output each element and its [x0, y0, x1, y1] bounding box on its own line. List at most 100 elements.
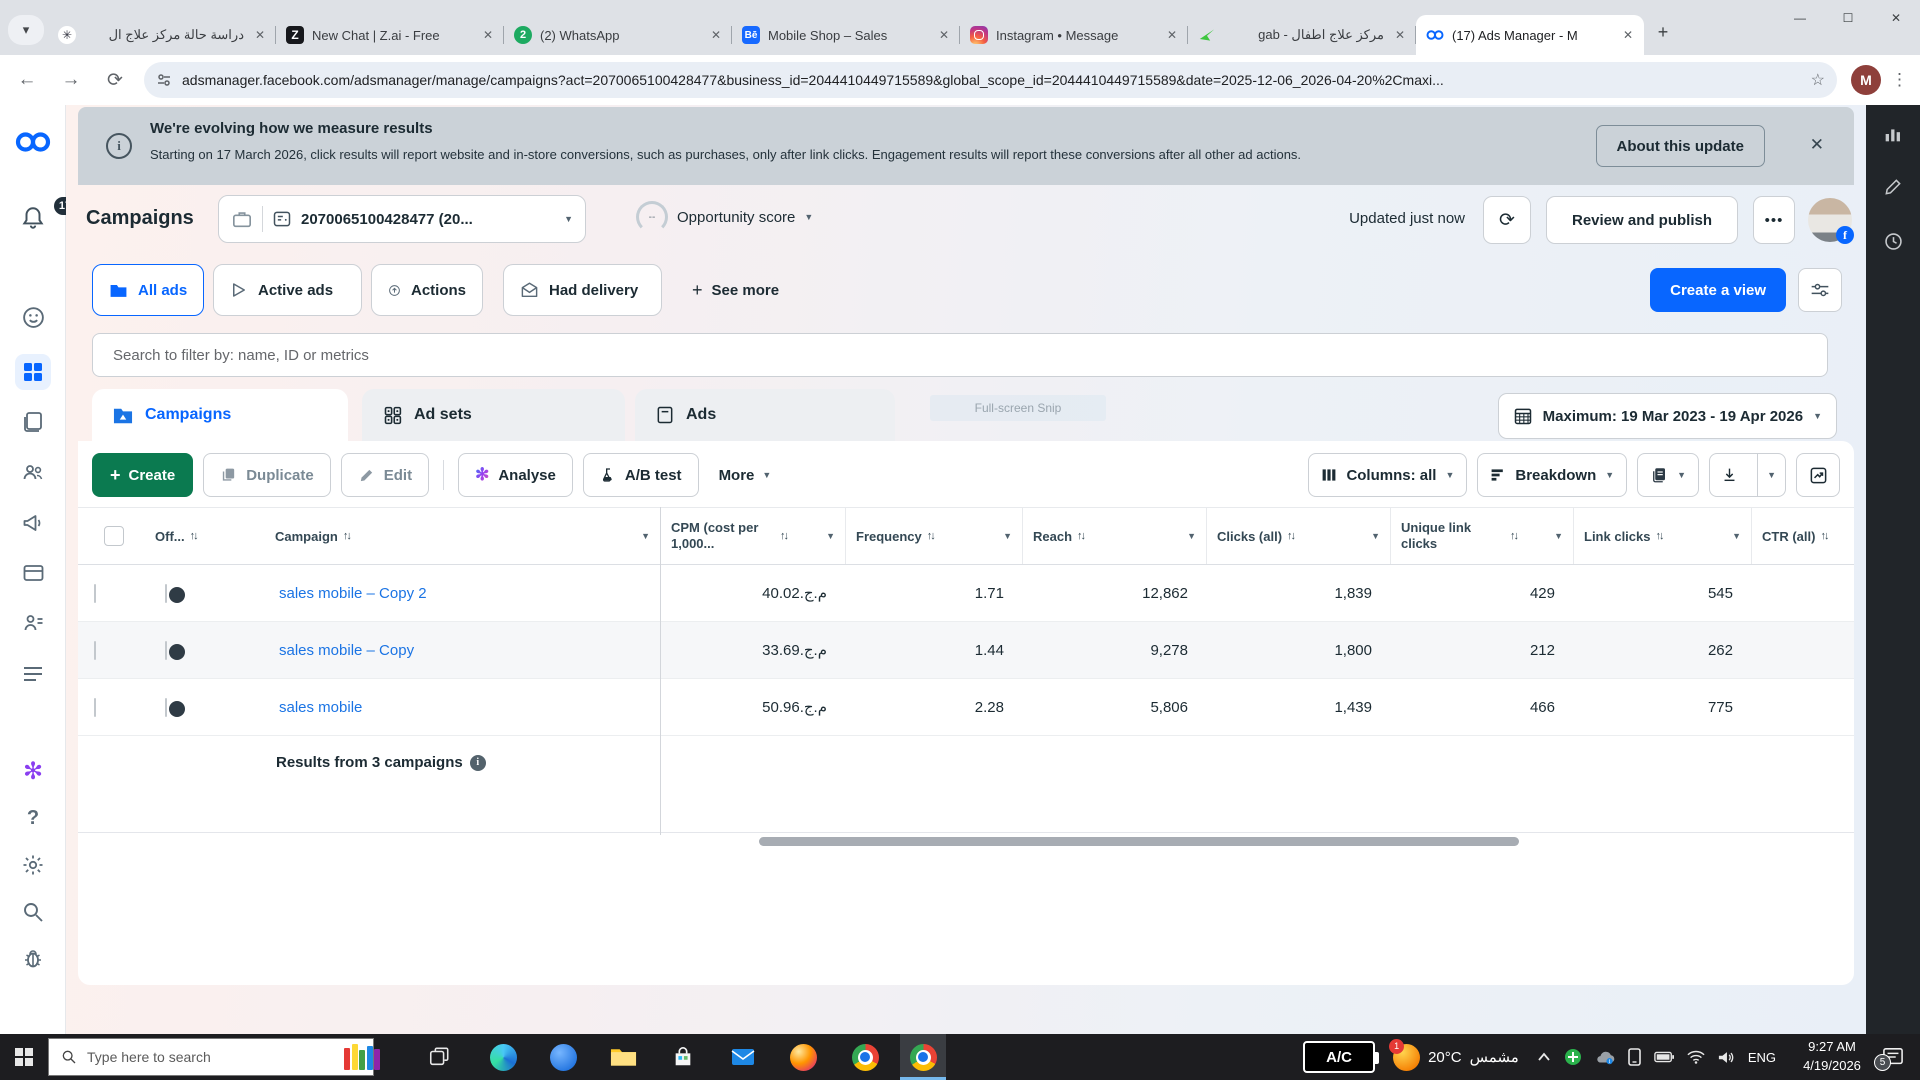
- col-ctr-all[interactable]: CTR (all)↑↓: [1751, 508, 1854, 564]
- taskbar-app-chrome-active[interactable]: [900, 1034, 946, 1080]
- charts-button[interactable]: [1796, 453, 1840, 497]
- bookmark-star-icon[interactable]: ☆: [1811, 70, 1825, 90]
- filter-chevron-icon[interactable]: ▼: [641, 531, 650, 541]
- volume-icon[interactable]: [1718, 1050, 1735, 1065]
- breakdown-button[interactable]: Breakdown ▼: [1477, 453, 1627, 497]
- browser-tab[interactable]: 2 (2) WhatsApp ✕: [504, 15, 732, 55]
- tab-search-button[interactable]: ▾: [8, 15, 44, 45]
- scrollbar-thumb[interactable]: [759, 837, 1519, 846]
- create-button[interactable]: + Create: [92, 453, 193, 497]
- campaign-toggle-off[interactable]: [165, 698, 167, 717]
- close-tab-icon[interactable]: ✕: [480, 27, 496, 43]
- review-and-publish-button[interactable]: Review and publish: [1546, 196, 1738, 244]
- banner-close-icon[interactable]: ✕: [1810, 135, 1824, 155]
- row-checkbox[interactable]: [94, 584, 96, 603]
- report-bug-icon[interactable]: [0, 947, 66, 971]
- browser-tab[interactable]: Instagram • Message ✕: [960, 15, 1188, 55]
- browser-tab[interactable]: ✳ دراسة حالة مركز علاج ال ✕: [48, 15, 276, 55]
- filter-actions[interactable]: Actions: [371, 264, 483, 316]
- ad-account-selector[interactable]: 2070065100428477 (20... ▼: [218, 195, 586, 243]
- action-center-button[interactable]: 5: [1882, 1047, 1904, 1067]
- filter-chevron-icon[interactable]: ▼: [1554, 531, 1563, 541]
- col-reach[interactable]: Reach↑↓▼: [1022, 508, 1206, 564]
- wifi-icon[interactable]: [1687, 1050, 1705, 1064]
- browser-profile-avatar[interactable]: M: [1851, 65, 1881, 95]
- table-row[interactable]: sales mobile – Copy 2 40.02.ج.م 1.71 12,…: [78, 565, 1854, 622]
- col-clicks-all[interactable]: Clicks (all)↑↓▼: [1206, 508, 1390, 564]
- close-window-button[interactable]: ✕: [1872, 0, 1920, 36]
- tab-campaigns[interactable]: Campaigns: [92, 389, 348, 441]
- notifications-bell-icon[interactable]: 17: [0, 205, 66, 231]
- close-tab-icon[interactable]: ✕: [936, 27, 952, 43]
- sidebar-item-audiences[interactable]: [0, 460, 66, 484]
- taskbar-app-chrome[interactable]: [842, 1034, 888, 1080]
- col-link-clicks[interactable]: Link clicks↑↓▼: [1573, 508, 1751, 564]
- view-settings-button[interactable]: [1798, 268, 1842, 312]
- sidebar-item-ads-reporting[interactable]: [0, 511, 66, 535]
- close-tab-icon[interactable]: ✕: [1392, 27, 1408, 43]
- create-a-view-button[interactable]: Create a view: [1650, 268, 1786, 312]
- close-tab-icon[interactable]: ✕: [1164, 27, 1180, 43]
- close-tab-icon[interactable]: ✕: [1620, 27, 1636, 43]
- columns-button[interactable]: Columns: all ▼: [1308, 453, 1467, 497]
- forward-icon[interactable]: →: [54, 63, 88, 97]
- sidebar-item-billing[interactable]: [0, 561, 66, 585]
- edit-button[interactable]: Edit: [341, 453, 429, 497]
- sidebar-item-account-settings[interactable]: [0, 611, 66, 635]
- minimize-button[interactable]: —: [1776, 0, 1824, 36]
- close-tab-icon[interactable]: ✕: [252, 27, 268, 43]
- filter-chevron-icon[interactable]: ▼: [1003, 531, 1012, 541]
- tab-ads[interactable]: Ads: [635, 389, 895, 441]
- col-off[interactable]: Off...↑↓: [145, 508, 265, 564]
- history-clock-icon[interactable]: [1866, 231, 1920, 252]
- see-more-filters[interactable]: + See more: [692, 264, 779, 316]
- download-icon[interactable]: [1710, 454, 1749, 496]
- battery-icon[interactable]: [1654, 1051, 1674, 1063]
- row-checkbox[interactable]: [94, 641, 96, 660]
- user-avatar[interactable]: f: [1808, 198, 1852, 242]
- taskbar-app-browser[interactable]: [540, 1034, 586, 1080]
- table-row[interactable]: sales mobile – Copy 33.69.ج.م 1.44 9,278…: [78, 622, 1854, 679]
- table-row[interactable]: sales mobile 50.96.ج.م 2.28 5,806 1,439 …: [78, 679, 1854, 736]
- tray-expand-icon[interactable]: [1537, 1052, 1551, 1062]
- sidebar-item-account-overview[interactable]: [0, 305, 66, 330]
- ab-test-button[interactable]: A/B test: [583, 453, 699, 497]
- edit-pencil-icon[interactable]: [1866, 177, 1920, 197]
- taskbar-app-store[interactable]: [660, 1034, 706, 1080]
- onedrive-cloud-icon[interactable]: i: [1595, 1050, 1615, 1065]
- analyse-button[interactable]: ✻ Analyse: [458, 453, 573, 497]
- col-cpm[interactable]: CPM (cost per 1,000...↑↓▼: [660, 508, 845, 564]
- filter-chevron-icon[interactable]: ▼: [1371, 531, 1380, 541]
- campaign-name-link[interactable]: sales mobile: [265, 699, 660, 716]
- reports-button[interactable]: ▼: [1637, 453, 1699, 497]
- meta-advantage-icon[interactable]: ✻: [0, 757, 66, 786]
- new-tab-button[interactable]: +: [1648, 17, 1678, 47]
- tab-ad-sets[interactable]: Ad sets: [362, 389, 625, 441]
- duplicate-button[interactable]: Duplicate: [203, 453, 331, 497]
- maximize-button[interactable]: ☐: [1824, 0, 1872, 36]
- taskbar-app-edge[interactable]: [480, 1034, 526, 1080]
- about-this-update-button[interactable]: About this update: [1596, 125, 1766, 167]
- campaign-toggle-off[interactable]: [165, 584, 167, 603]
- filter-active-ads[interactable]: Active ads: [213, 264, 362, 316]
- language-indicator[interactable]: ENG: [1748, 1050, 1776, 1065]
- antivirus-icon[interactable]: [1564, 1048, 1582, 1066]
- row-checkbox[interactable]: [94, 698, 96, 717]
- weather-widget[interactable]: 1 20°C مشمس: [1393, 1044, 1519, 1071]
- help-icon[interactable]: ?: [0, 807, 66, 830]
- export-button[interactable]: ▼: [1709, 453, 1786, 497]
- taskbar-app-file-explorer[interactable]: [600, 1034, 646, 1080]
- taskbar-app-mail[interactable]: [720, 1034, 766, 1080]
- info-icon[interactable]: i: [470, 755, 486, 771]
- browser-menu-icon[interactable]: ⋮: [1891, 70, 1908, 90]
- campaign-name-link[interactable]: sales mobile – Copy 2: [265, 585, 660, 602]
- campaign-toggle-off[interactable]: [165, 641, 167, 660]
- task-view-button[interactable]: [416, 1034, 462, 1080]
- settings-gear-icon[interactable]: [0, 853, 66, 877]
- site-settings-icon[interactable]: [156, 72, 172, 88]
- sidebar-item-campaigns-active[interactable]: [0, 354, 66, 390]
- col-unique-link-clicks[interactable]: Unique link clicks↑↓▼: [1390, 508, 1573, 564]
- reload-icon[interactable]: ⟳: [98, 63, 132, 97]
- performance-chart-icon[interactable]: [1866, 123, 1920, 145]
- filter-chevron-icon[interactable]: ▼: [1732, 531, 1741, 541]
